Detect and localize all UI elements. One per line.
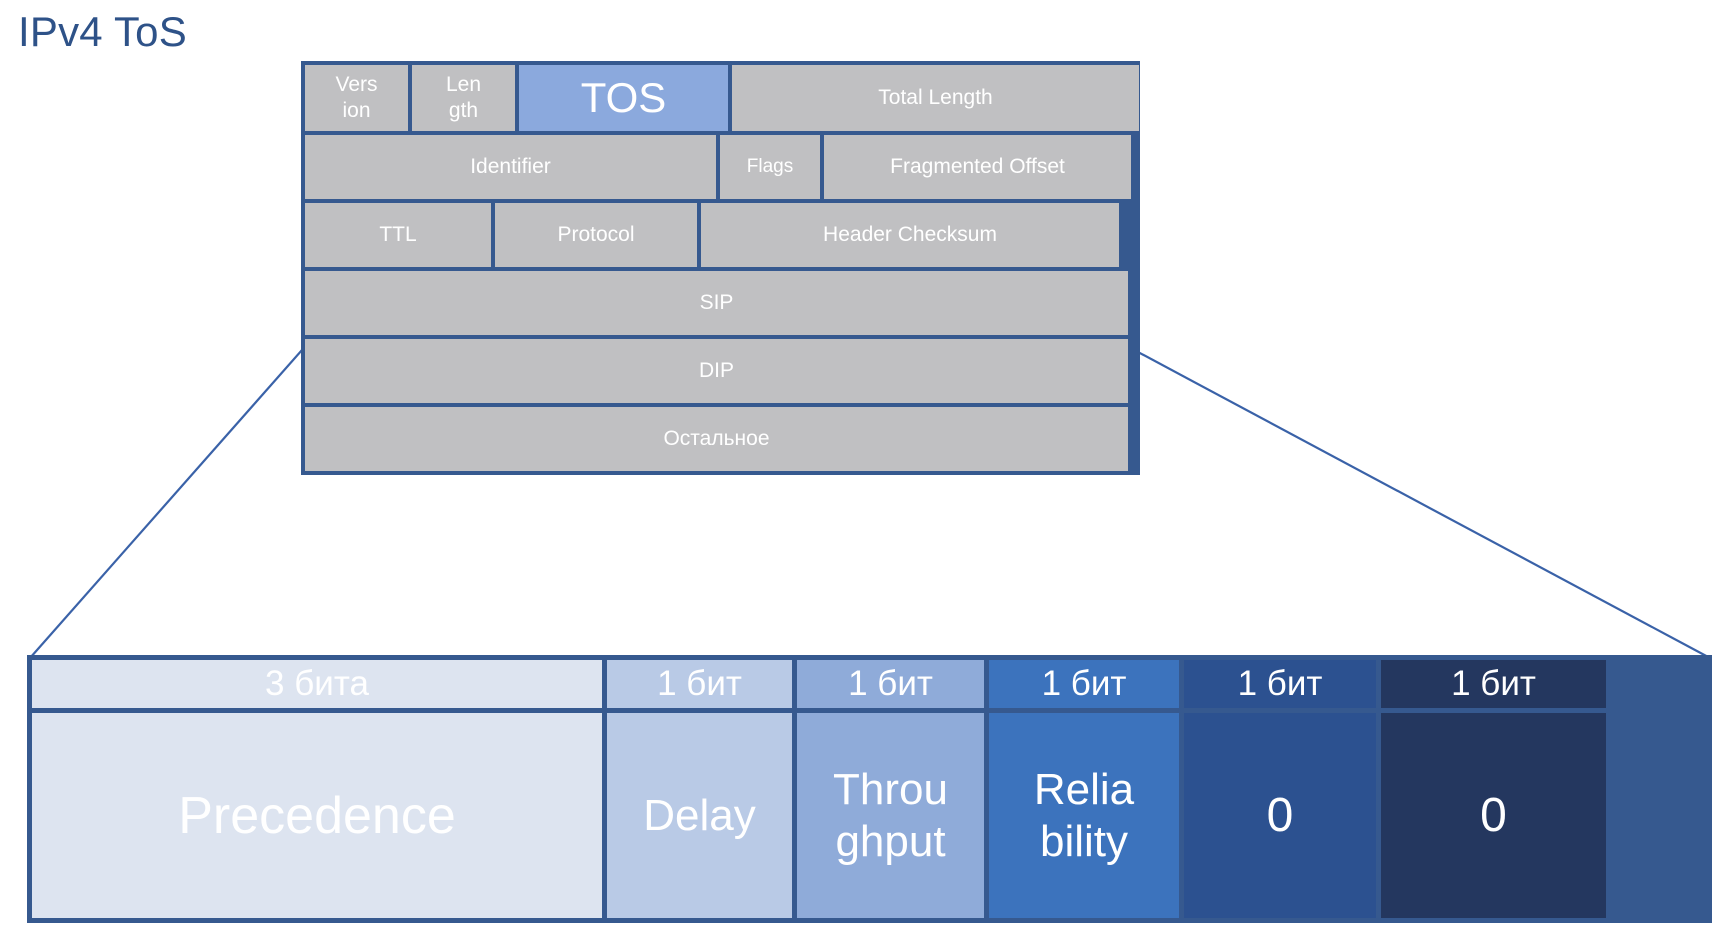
tos-field-bitcount: 1 бит [1184, 660, 1376, 708]
tos-field-bitcount: 1 бит [607, 660, 792, 708]
header-field-len-gth: Len gth [412, 65, 515, 131]
tos-field-name: 0 [1184, 708, 1376, 918]
tos-field-0: 1 бит 0 [1381, 660, 1606, 918]
header-field-flags: Flags [720, 135, 820, 199]
ipv4-header-row: TTL Protocol Header Checksum [305, 199, 1136, 267]
ipv4-header-diagram: Vers ion Len gth TOS Total Length Identifier… [301, 61, 1140, 475]
tos-field-throughput: 1 бит Throu ghput [797, 660, 984, 918]
header-field-sip: SIP [305, 271, 1128, 335]
header-field-tos: TOS [519, 65, 728, 131]
ipv4-header-row: Vers ion Len gth TOS Total Length [305, 65, 1139, 131]
header-field-ttl: TTL [305, 203, 491, 267]
tos-field-bitcount: 1 бит [797, 660, 984, 708]
tos-breakdown-table: 3 бита Precedence 1 бит Delay 1 бит Throu ghp… [27, 655, 1712, 923]
ipv4-header-row: SIP [305, 267, 1136, 335]
tos-field-bitcount: 3 бита [32, 660, 602, 708]
header-field-header-checksum: Header Checksum [701, 203, 1119, 267]
tos-field-delay: 1 бит Delay [607, 660, 792, 918]
tos-field-0: 1 бит 0 [1184, 660, 1376, 918]
ipv4-header-row: Identifier Flags Fragmented Offset [305, 131, 1136, 199]
tos-field-reliability: 1 бит Relia bility [989, 660, 1179, 918]
header-field-dip: DIP [305, 339, 1128, 403]
tos-field-name: 0 [1381, 708, 1606, 918]
tos-field-bitcount: 1 бит [989, 660, 1179, 708]
tos-field-name: Precedence [32, 708, 602, 918]
tos-field-precedence: 3 бита Precedence [32, 660, 602, 918]
ipv4-header-row: DIP [305, 335, 1136, 403]
tos-field-bitcount: 1 бит [1381, 660, 1606, 708]
tos-field-name: Throu ghput [797, 708, 984, 918]
page-title: IPv4 ToS [18, 8, 187, 55]
header-field-vers-ion: Vers ion [305, 65, 408, 131]
header-field-identifier: Identifier [305, 135, 716, 199]
header-field-protocol: Protocol [495, 203, 697, 267]
header-field-остальное: Остальное [305, 407, 1128, 471]
tos-field-name: Delay [607, 708, 792, 918]
header-field-fragmented-offset: Fragmented Offset [824, 135, 1131, 199]
header-field-total-length: Total Length [732, 65, 1139, 131]
ipv4-header-row: Остальное [305, 403, 1136, 471]
tos-field-name: Relia bility [989, 708, 1179, 918]
